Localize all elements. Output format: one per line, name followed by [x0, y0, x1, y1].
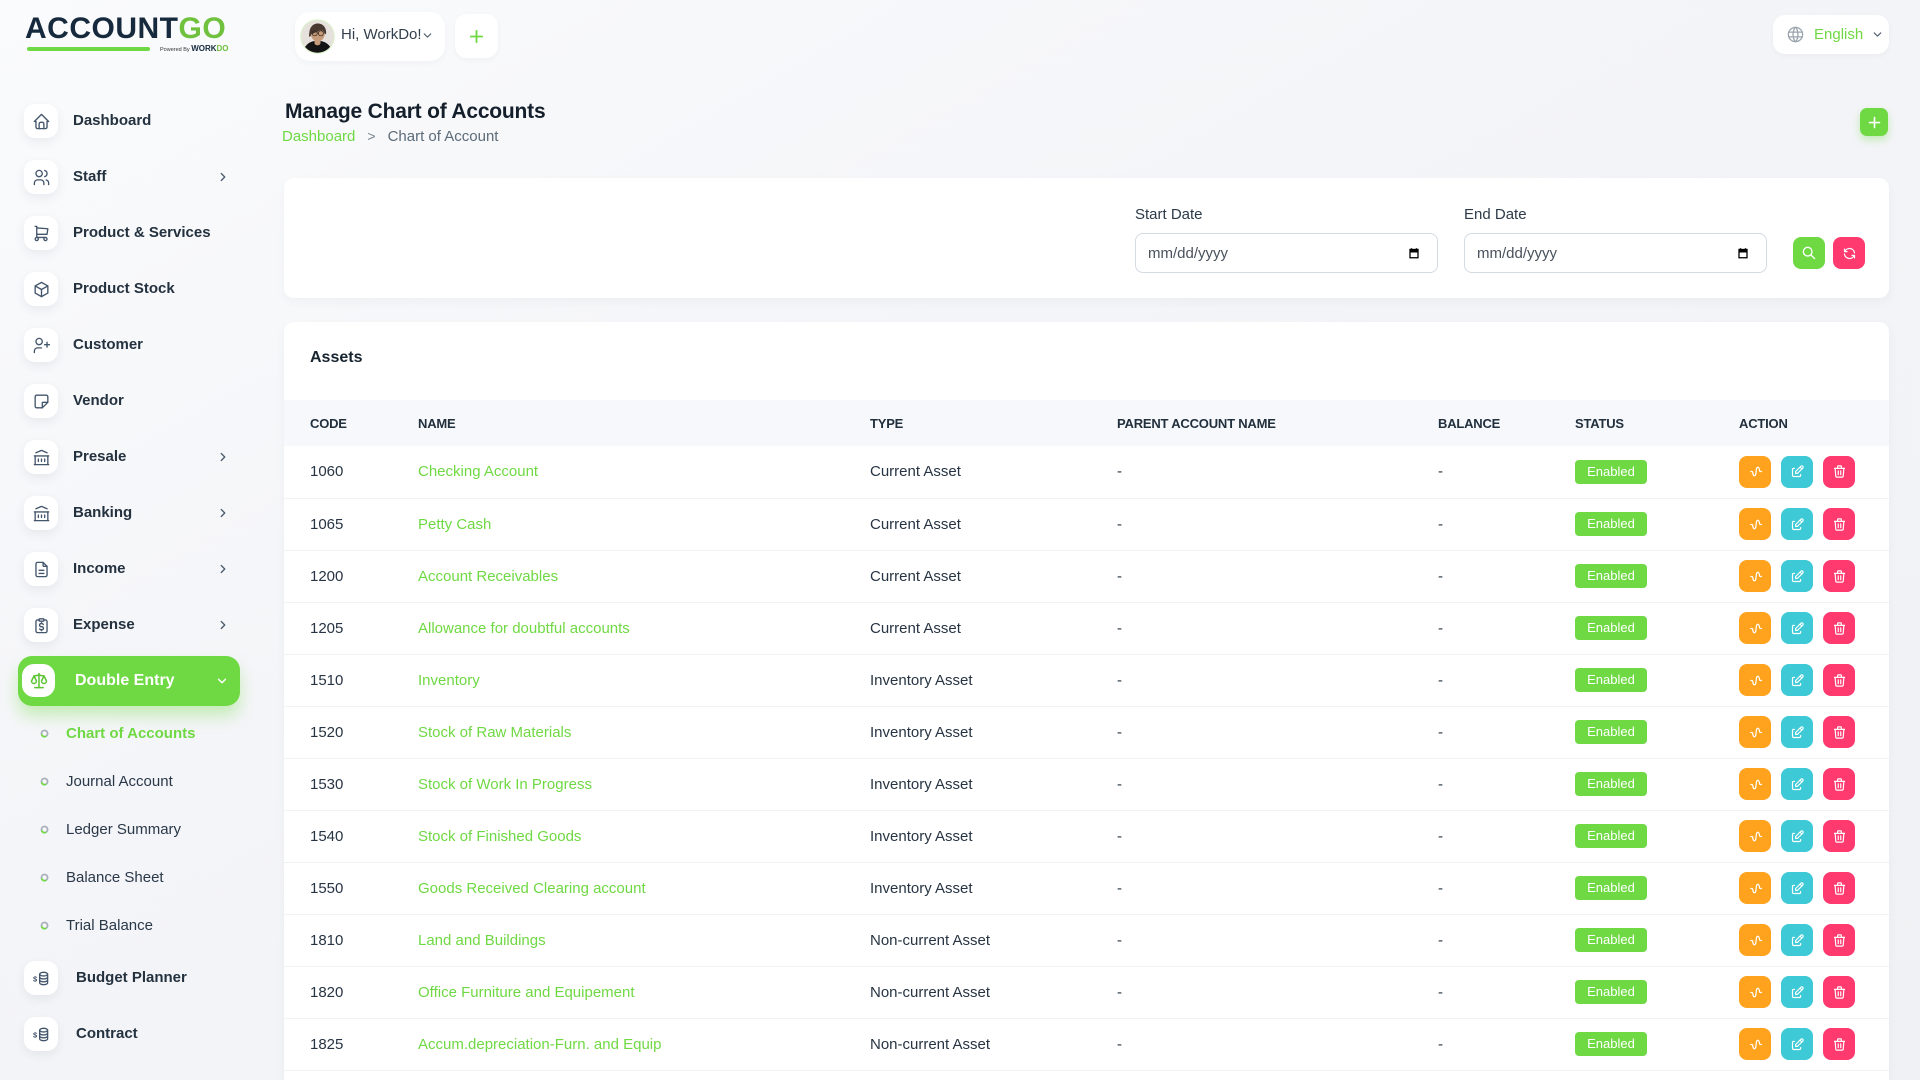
svg-text:$: $: [32, 974, 37, 983]
svg-text:$: $: [32, 1030, 37, 1039]
